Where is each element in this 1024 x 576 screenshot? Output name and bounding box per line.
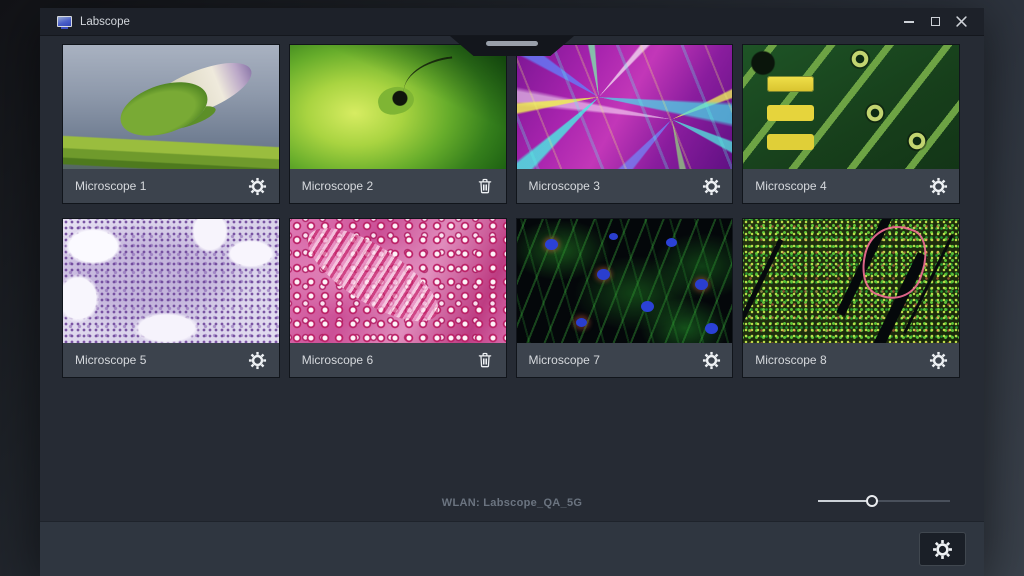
tile-bar: Microscope 8 <box>743 343 959 377</box>
close-button[interactable] <box>948 8 974 35</box>
tile-label: Microscope 4 <box>755 179 826 193</box>
monitor-icon <box>57 16 72 27</box>
camera-tile[interactable]: Microscope 8 <box>742 218 960 378</box>
camera-tile[interactable]: Microscope 1 <box>62 44 280 204</box>
labscope-window: Labscope <box>40 8 984 576</box>
camera-tile[interactable]: Microscope 3 <box>516 44 734 204</box>
camera-tile[interactable]: Microscope 2 <box>289 44 507 204</box>
minimize-icon <box>904 21 914 23</box>
camera-thumbnail[interactable] <box>743 219 959 343</box>
tile-bar: Microscope 6 <box>290 343 506 377</box>
camera-grid: Microscope 1 <box>40 36 984 378</box>
gear-icon <box>248 177 267 196</box>
tile-bar: Microscope 1 <box>63 169 279 203</box>
settings-button[interactable] <box>247 175 269 197</box>
camera-tile[interactable]: Microscope 7 <box>516 218 734 378</box>
tile-bar: Microscope 2 <box>290 169 506 203</box>
trash-icon <box>476 351 494 369</box>
camera-thumbnail[interactable] <box>290 219 506 343</box>
tile-label: Microscope 7 <box>529 353 600 367</box>
camera-thumbnail[interactable] <box>63 219 279 343</box>
tile-bar: Microscope 4 <box>743 169 959 203</box>
minimize-button[interactable] <box>896 8 922 35</box>
camera-thumbnail[interactable] <box>63 45 279 169</box>
tile-bar: Microscope 3 <box>517 169 733 203</box>
gear-icon <box>929 351 948 370</box>
tile-bar: Microscope 5 <box>63 343 279 377</box>
gear-icon <box>932 539 953 560</box>
slider-thumb[interactable] <box>866 495 878 507</box>
close-icon <box>956 16 967 27</box>
app-settings-button[interactable] <box>919 532 966 566</box>
camera-thumbnail[interactable] <box>517 45 733 169</box>
desktop: Labscope <box>0 0 1024 576</box>
settings-button[interactable] <box>247 349 269 371</box>
settings-button[interactable] <box>927 349 949 371</box>
window-controls <box>896 8 984 35</box>
camera-tile[interactable]: Microscope 5 <box>62 218 280 378</box>
tile-label: Microscope 3 <box>529 179 600 193</box>
maximize-icon <box>931 17 940 26</box>
tile-label: Microscope 2 <box>302 179 373 193</box>
tile-label: Microscope 6 <box>302 353 373 367</box>
slider-track-filled <box>818 500 872 502</box>
gear-icon <box>248 351 267 370</box>
titlebar[interactable]: Labscope <box>40 8 984 36</box>
tile-size-slider[interactable] <box>818 495 950 507</box>
delete-button[interactable] <box>474 349 496 371</box>
footer-bar <box>40 521 984 576</box>
maximize-button[interactable] <box>922 8 948 35</box>
camera-thumbnail[interactable] <box>290 45 506 169</box>
drag-handle-bar <box>486 41 538 46</box>
settings-button[interactable] <box>700 175 722 197</box>
tile-label: Microscope 8 <box>755 353 826 367</box>
tile-label: Microscope 5 <box>75 353 146 367</box>
camera-tile[interactable]: Microscope 6 <box>289 218 507 378</box>
tile-bar: Microscope 7 <box>517 343 733 377</box>
camera-thumbnail[interactable] <box>743 45 959 169</box>
settings-button[interactable] <box>927 175 949 197</box>
content-area: Microscope 1 <box>40 36 984 521</box>
trash-icon <box>476 177 494 195</box>
window-title: Labscope <box>80 16 130 28</box>
settings-button[interactable] <box>700 349 722 371</box>
delete-button[interactable] <box>474 175 496 197</box>
gear-icon <box>702 351 721 370</box>
gear-icon <box>929 177 948 196</box>
camera-tile[interactable]: Microscope 4 <box>742 44 960 204</box>
camera-thumbnail[interactable] <box>517 219 733 343</box>
slider-track-empty <box>872 500 950 502</box>
gear-icon <box>702 177 721 196</box>
tile-label: Microscope 1 <box>75 179 146 193</box>
